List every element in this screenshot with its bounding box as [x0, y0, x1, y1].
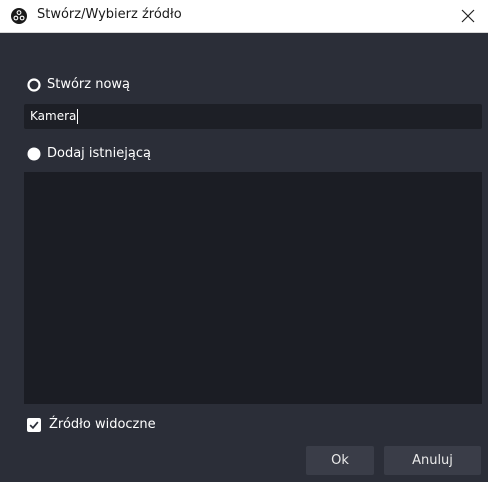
close-icon	[461, 9, 475, 23]
add-existing-radio[interactable]: Dodaj istniejącą	[27, 146, 151, 161]
obs-logo-icon	[11, 8, 27, 24]
create-select-source-dialog: Stwórz/Wybierz źródło Stwórz nową Kamera…	[0, 0, 488, 482]
source-visible-label: Źródło widoczne	[49, 417, 156, 432]
radio-filled-icon	[27, 147, 41, 160]
close-button[interactable]	[448, 0, 488, 32]
cancel-button[interactable]: Anuluj	[384, 446, 481, 475]
titlebar: Stwórz/Wybierz źródło	[0, 0, 488, 33]
radio-unchecked-icon	[27, 77, 41, 92]
add-existing-label: Dodaj istniejącą	[47, 146, 151, 161]
window-title: Stwórz/Wybierz źródło	[37, 7, 182, 22]
checkbox-checked-icon	[27, 417, 41, 432]
create-new-label: Stwórz nową	[47, 77, 131, 92]
ok-button[interactable]: Ok	[306, 446, 374, 475]
existing-sources-list[interactable]	[24, 172, 482, 404]
source-name-input[interactable]	[24, 104, 482, 129]
create-new-radio[interactable]: Stwórz nową	[27, 77, 130, 92]
source-visible-checkbox[interactable]: Źródło widoczne	[27, 417, 156, 432]
